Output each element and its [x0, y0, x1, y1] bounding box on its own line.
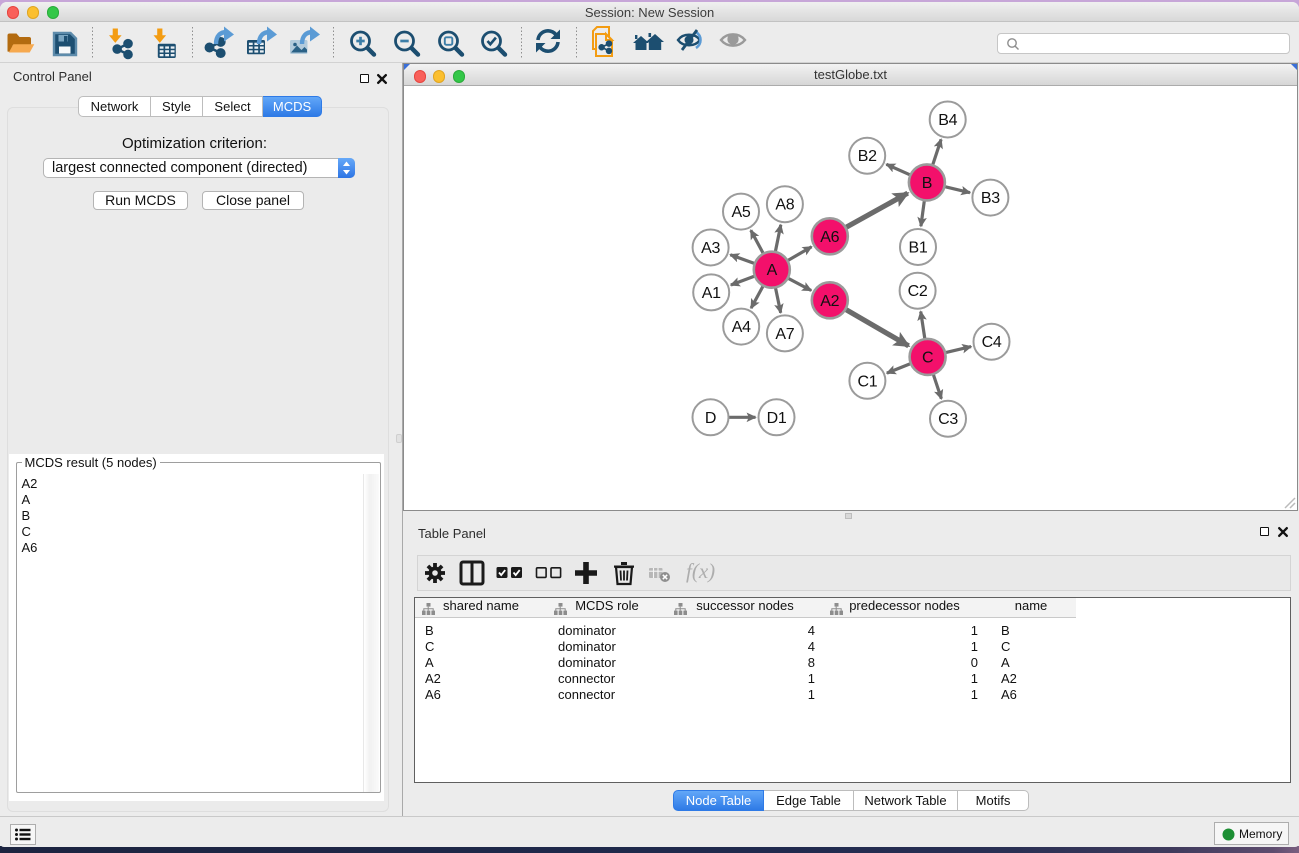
svg-text:A6: A6	[820, 229, 839, 246]
svg-text:A: A	[767, 262, 778, 279]
svg-text:C: C	[922, 349, 933, 366]
svg-text:C1: C1	[857, 373, 877, 390]
svg-text:A1: A1	[702, 285, 721, 302]
svg-text:C3: C3	[938, 411, 958, 428]
svg-text:D1: D1	[767, 410, 787, 427]
svg-text:C4: C4	[982, 334, 1002, 351]
svg-text:B: B	[922, 175, 932, 192]
svg-text:D: D	[705, 410, 716, 427]
svg-text:C2: C2	[908, 283, 928, 300]
svg-text:B2: B2	[858, 148, 877, 165]
svg-text:A7: A7	[775, 326, 794, 343]
svg-text:B4: B4	[938, 112, 957, 129]
svg-text:A4: A4	[732, 319, 751, 336]
svg-text:B3: B3	[981, 190, 1000, 207]
svg-text:B1: B1	[909, 240, 928, 257]
svg-text:A8: A8	[775, 197, 794, 214]
svg-text:A5: A5	[732, 204, 751, 221]
svg-text:A2: A2	[820, 293, 839, 310]
svg-text:A3: A3	[701, 240, 720, 257]
